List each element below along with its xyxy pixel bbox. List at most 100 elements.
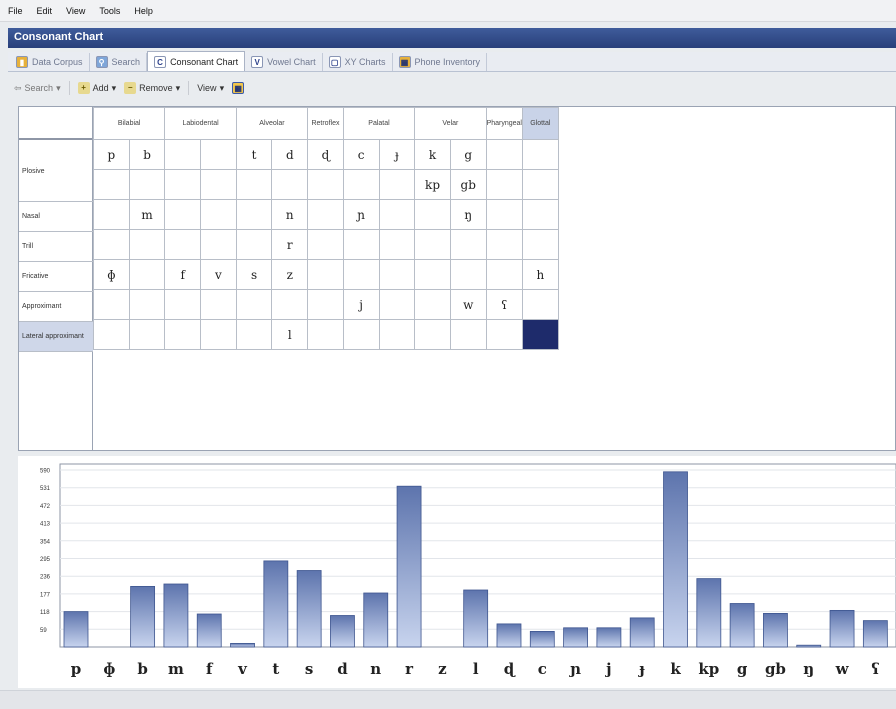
chart-cell[interactable]: r bbox=[271, 229, 309, 260]
chart-cell[interactable]: ɲ bbox=[342, 199, 380, 230]
bar-22[interactable] bbox=[796, 644, 822, 648]
chart-cell[interactable] bbox=[200, 229, 237, 260]
bar-12[interactable] bbox=[463, 589, 489, 648]
chart-cell[interactable] bbox=[128, 259, 166, 290]
chart-cell[interactable]: d bbox=[271, 139, 309, 170]
chart-cell[interactable] bbox=[414, 319, 451, 350]
row-label[interactable]: Lateral approximant bbox=[19, 322, 93, 352]
tab-xy-charts[interactable]: ▢ XY Charts bbox=[323, 53, 393, 71]
chart-cell[interactable] bbox=[200, 199, 237, 230]
tab-data-corpus[interactable]: ▮ Data Corpus bbox=[10, 53, 90, 71]
chart-cell[interactable]: c bbox=[342, 139, 380, 170]
chart-cell[interactable] bbox=[200, 289, 237, 320]
chart-cell[interactable]: k bbox=[414, 139, 451, 170]
chart-cell[interactable] bbox=[342, 169, 380, 200]
chart-cell[interactable] bbox=[485, 139, 523, 170]
row-label[interactable]: Fricative bbox=[19, 262, 93, 292]
chart-cell[interactable] bbox=[378, 199, 416, 230]
bar-10[interactable] bbox=[396, 485, 422, 648]
chart-cell[interactable] bbox=[128, 229, 166, 260]
chart-cell[interactable] bbox=[485, 199, 523, 230]
bar-23[interactable] bbox=[829, 609, 855, 648]
chart-cell[interactable] bbox=[164, 199, 202, 230]
bar-24[interactable] bbox=[862, 620, 888, 648]
chart-cell[interactable]: n bbox=[271, 199, 309, 230]
chart-cell[interactable] bbox=[485, 319, 523, 350]
search-button[interactable]: ⇦ Search ▾ bbox=[14, 83, 61, 94]
row-label[interactable]: Trill bbox=[19, 232, 93, 262]
chart-cell[interactable]: p bbox=[93, 139, 130, 170]
view-button[interactable]: View ▾ bbox=[197, 83, 224, 94]
chart-cell[interactable] bbox=[307, 259, 344, 290]
chart-cell[interactable] bbox=[93, 289, 130, 320]
bar-5[interactable] bbox=[230, 642, 255, 648]
chart-cell[interactable] bbox=[521, 199, 559, 230]
chart-cell[interactable] bbox=[414, 289, 451, 320]
chart-cell[interactable] bbox=[235, 169, 273, 200]
chart-cell[interactable]: f bbox=[164, 259, 202, 290]
chart-cell[interactable]: w bbox=[449, 289, 487, 320]
row-label[interactable]: Approximant bbox=[19, 292, 93, 322]
chart-cell[interactable] bbox=[342, 259, 380, 290]
chart-cell[interactable] bbox=[235, 319, 273, 350]
menu-item-help[interactable]: Help bbox=[134, 6, 153, 16]
chart-cell[interactable]: l bbox=[271, 319, 309, 350]
tab-phone-inventory[interactable]: ▦ Phone Inventory bbox=[393, 53, 488, 71]
bar-8[interactable] bbox=[330, 615, 355, 648]
column-header-velar[interactable]: Velar bbox=[414, 107, 487, 140]
bar-9[interactable] bbox=[363, 592, 389, 648]
bar-18[interactable] bbox=[663, 471, 688, 648]
column-header-bilabial[interactable]: Bilabial bbox=[92, 107, 166, 140]
chart-cell[interactable] bbox=[307, 289, 344, 320]
chart-cell[interactable] bbox=[128, 169, 166, 200]
chart-cell[interactable] bbox=[307, 319, 344, 350]
chart-cell[interactable] bbox=[128, 289, 166, 320]
bar-2[interactable] bbox=[130, 585, 156, 648]
chart-cell[interactable] bbox=[307, 199, 344, 230]
chart-cell[interactable]: ʕ bbox=[485, 289, 523, 320]
bar-4[interactable] bbox=[196, 613, 222, 648]
tab-search[interactable]: ⚲ Search bbox=[90, 53, 148, 71]
chart-cell[interactable] bbox=[164, 319, 202, 350]
chart-cell[interactable] bbox=[449, 229, 487, 260]
chart-cell[interactable]: t bbox=[235, 139, 273, 170]
chart-cell[interactable] bbox=[378, 259, 416, 290]
menu-item-edit[interactable]: Edit bbox=[37, 6, 53, 16]
chart-cell[interactable]: ɖ bbox=[307, 139, 344, 170]
chart-cell[interactable] bbox=[271, 169, 309, 200]
chart-cell[interactable] bbox=[93, 169, 130, 200]
chart-cell[interactable] bbox=[449, 319, 487, 350]
bar-13[interactable] bbox=[496, 623, 522, 648]
chart-cell[interactable] bbox=[342, 229, 380, 260]
chart-view-button[interactable]: ▦ bbox=[232, 82, 245, 94]
chart-cell[interactable] bbox=[271, 289, 309, 320]
column-header-labiodental[interactable]: Labiodental bbox=[164, 107, 237, 140]
chart-cell[interactable] bbox=[164, 139, 202, 170]
chart-cell[interactable] bbox=[521, 229, 559, 260]
chart-cell[interactable] bbox=[235, 289, 273, 320]
bar-21[interactable] bbox=[763, 612, 788, 648]
chart-cell[interactable] bbox=[164, 289, 202, 320]
chart-cell[interactable]: s bbox=[235, 259, 273, 290]
chart-cell[interactable] bbox=[93, 229, 130, 260]
chart-cell[interactable] bbox=[378, 319, 416, 350]
chart-cell[interactable] bbox=[485, 259, 523, 290]
column-header-pharyngeal[interactable]: Pharyngeal bbox=[485, 107, 523, 140]
chart-cell[interactable] bbox=[449, 259, 487, 290]
chart-cell[interactable] bbox=[93, 199, 130, 230]
menu-item-file[interactable]: File bbox=[8, 6, 23, 16]
chart-cell[interactable] bbox=[307, 169, 344, 200]
chart-cell[interactable]: ŋ bbox=[449, 199, 487, 230]
chart-cell[interactable]: b bbox=[128, 139, 166, 170]
chart-cell[interactable] bbox=[235, 199, 273, 230]
chart-cell[interactable] bbox=[164, 229, 202, 260]
add-button[interactable]: + Add ▾ bbox=[77, 82, 116, 94]
row-label[interactable]: Nasal bbox=[19, 202, 93, 232]
chart-cell[interactable] bbox=[235, 229, 273, 260]
chart-cell[interactable] bbox=[414, 199, 451, 230]
chart-cell[interactable]: h bbox=[521, 259, 559, 290]
chart-cell[interactable]: m bbox=[128, 199, 166, 230]
bar-3[interactable] bbox=[163, 583, 189, 648]
column-header-glottal[interactable]: Glottal bbox=[521, 107, 559, 140]
row-label[interactable]: Plosive bbox=[19, 142, 93, 202]
